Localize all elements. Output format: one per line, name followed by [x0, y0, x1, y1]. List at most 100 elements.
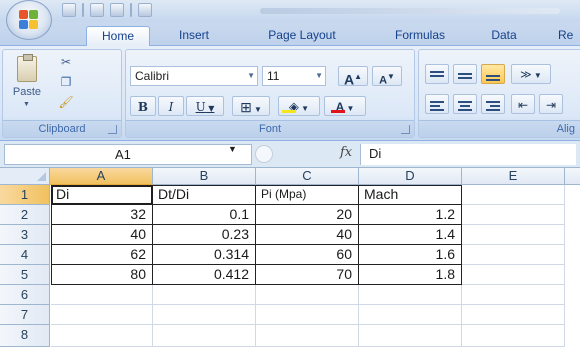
formula-input[interactable]: Di — [360, 144, 576, 165]
align-left-button[interactable] — [425, 94, 449, 114]
chevron-down-icon[interactable]: ▼ — [228, 144, 237, 154]
row-header-5[interactable]: 5 — [0, 265, 50, 285]
align-middle-button[interactable] — [453, 64, 477, 84]
underline-button[interactable]: U ▼ — [186, 96, 224, 116]
cell-b1[interactable]: Dt/Di — [153, 185, 256, 205]
cell-c1[interactable]: Pi (Mpa) — [256, 185, 359, 205]
cell-e6[interactable] — [462, 285, 565, 305]
grow-font-button[interactable]: A▲ — [338, 66, 368, 88]
cell-a4[interactable]: 62 — [51, 245, 153, 265]
row-header-8[interactable]: 8 — [0, 325, 50, 347]
window-title-area — [260, 8, 560, 14]
format-painter-icon[interactable]: 🖌 — [57, 94, 75, 110]
cell-e5[interactable] — [462, 265, 565, 285]
font-dialog-launcher-icon[interactable] — [401, 125, 410, 134]
tab-review[interactable]: Re — [558, 26, 580, 46]
cell-d3[interactable]: 1.4 — [359, 225, 462, 245]
row-header-2[interactable]: 2 — [0, 205, 50, 225]
name-box[interactable]: A1 — [4, 144, 252, 165]
cell-d1[interactable]: Mach — [359, 185, 462, 205]
cell-c4[interactable]: 60 — [256, 245, 359, 265]
cell-b4[interactable]: 0.314 — [153, 245, 256, 265]
borders-button[interactable]: ⊞ ▼ — [232, 96, 270, 116]
cell-a8[interactable] — [51, 325, 153, 347]
column-header-partial[interactable] — [565, 168, 580, 185]
cell-c7[interactable] — [256, 305, 359, 325]
cell-c6[interactable] — [256, 285, 359, 305]
cell-a5[interactable]: 80 — [51, 265, 153, 285]
cell-a2[interactable]: 32 — [51, 205, 153, 225]
worksheet-grid[interactable]: A B C D E 1 2 3 4 5 6 7 8 Di Dt/Di Pi (M… — [0, 168, 580, 347]
office-button[interactable] — [6, 0, 52, 40]
bold-button[interactable]: B — [130, 96, 156, 116]
cell-d5[interactable]: 1.8 — [359, 265, 462, 285]
cell-a7[interactable] — [51, 305, 153, 325]
tab-home[interactable]: Home — [86, 26, 150, 46]
cell-e1[interactable] — [462, 185, 565, 205]
cell-d7[interactable] — [359, 305, 462, 325]
align-bottom-button[interactable] — [481, 64, 505, 84]
cell-b8[interactable] — [153, 325, 256, 347]
fill-color-button[interactable]: ◈ ▼ — [278, 96, 320, 116]
cut-icon[interactable]: ✂ — [57, 54, 75, 70]
cell-e3[interactable] — [462, 225, 565, 245]
column-header-d[interactable]: D — [359, 168, 462, 185]
copy-icon[interactable]: ❐ — [57, 74, 75, 90]
tab-formulas[interactable]: Formulas — [382, 26, 458, 46]
redo-icon[interactable] — [110, 3, 124, 17]
cell-a1[interactable]: Di — [51, 185, 153, 205]
cell-b7[interactable] — [153, 305, 256, 325]
tab-data[interactable]: Data — [484, 26, 524, 46]
insert-function-icon[interactable]: fx — [340, 145, 352, 160]
cell-b2[interactable]: 0.1 — [153, 205, 256, 225]
cell-d8[interactable] — [359, 325, 462, 347]
cell-c3[interactable]: 40 — [256, 225, 359, 245]
row-header-1[interactable]: 1 — [0, 185, 50, 205]
cell-e2[interactable] — [462, 205, 565, 225]
clipboard-group-label: Clipboard — [3, 120, 121, 137]
column-header-e[interactable]: E — [462, 168, 565, 185]
font-size-select[interactable]: 11 ▼ — [262, 66, 326, 86]
cell-d2[interactable]: 1.2 — [359, 205, 462, 225]
paste-button[interactable]: Paste ▼ — [7, 54, 47, 114]
cell-b6[interactable] — [153, 285, 256, 305]
undo-icon[interactable] — [90, 3, 104, 17]
print-preview-icon[interactable] — [138, 3, 152, 17]
tab-page-layout[interactable]: Page Layout — [252, 26, 352, 46]
clipboard-dialog-launcher-icon[interactable] — [108, 125, 117, 134]
cell-c2[interactable]: 20 — [256, 205, 359, 225]
cell-d4[interactable]: 1.6 — [359, 245, 462, 265]
align-center-button[interactable] — [453, 94, 477, 114]
cell-a3[interactable]: 40 — [51, 225, 153, 245]
italic-button[interactable]: I — [158, 96, 184, 116]
row-header-4[interactable]: 4 — [0, 245, 50, 265]
align-right-button[interactable] — [481, 94, 505, 114]
row-header-6[interactable]: 6 — [0, 285, 50, 305]
column-header-c[interactable]: C — [256, 168, 359, 185]
row-header-7[interactable]: 7 — [0, 305, 50, 325]
cell-b3[interactable]: 0.23 — [153, 225, 256, 245]
tab-insert[interactable]: Insert — [168, 26, 220, 46]
save-icon[interactable] — [62, 3, 76, 17]
font-color-button[interactable]: A ▼ — [324, 96, 366, 116]
cell-e8[interactable] — [462, 325, 565, 347]
cell-e7[interactable] — [462, 305, 565, 325]
cell-b5[interactable]: 0.412 — [153, 265, 256, 285]
cell-e4[interactable] — [462, 245, 565, 265]
shrink-font-button[interactable]: A▼ — [372, 66, 402, 87]
name-box-value: A1 — [115, 147, 131, 162]
font-name-select[interactable]: Calibri ▼ — [130, 66, 258, 86]
select-all-button[interactable] — [0, 168, 50, 185]
row-header-3[interactable]: 3 — [0, 225, 50, 245]
qat-separator — [82, 3, 84, 17]
cell-c8[interactable] — [256, 325, 359, 347]
orientation-button[interactable]: ≫ ▼ — [511, 64, 551, 84]
cell-c5[interactable]: 70 — [256, 265, 359, 285]
decrease-indent-button[interactable]: ⇤ — [511, 94, 535, 114]
align-top-button[interactable] — [425, 64, 449, 84]
cell-a6[interactable] — [51, 285, 153, 305]
increase-indent-button[interactable]: ⇥ — [539, 94, 563, 114]
column-header-b[interactable]: B — [153, 168, 256, 185]
column-header-a[interactable]: A — [50, 168, 153, 185]
cell-d6[interactable] — [359, 285, 462, 305]
